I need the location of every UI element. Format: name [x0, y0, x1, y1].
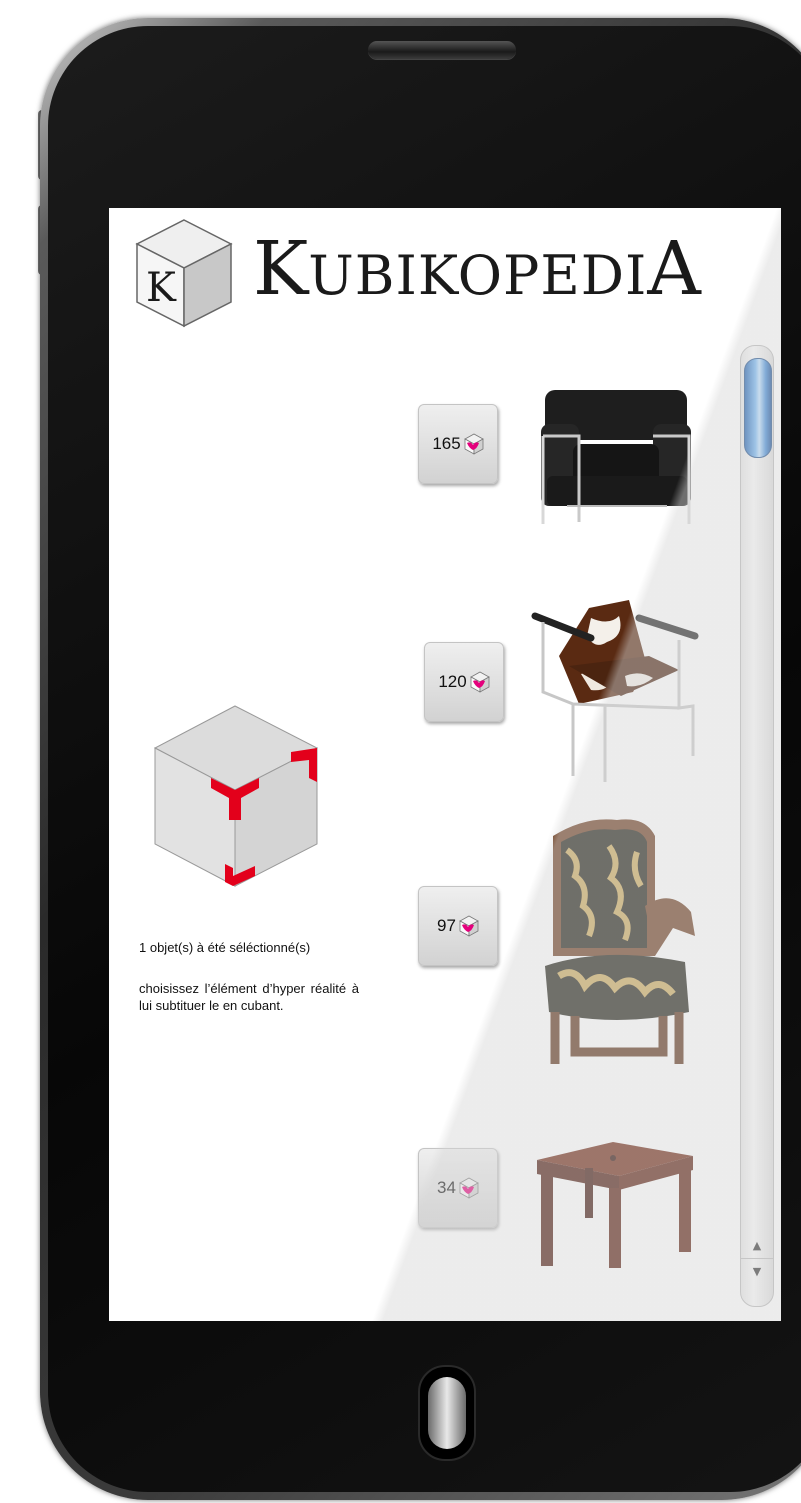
- k-cube-logo-icon: K: [135, 219, 233, 328]
- count-label: 97: [437, 916, 456, 935]
- count-label: 165: [432, 434, 461, 453]
- selection-status: 1 objet(s) à été séléctionné(s): [139, 940, 311, 955]
- wooden-table-image[interactable]: [533, 1138, 697, 1270]
- selection-cube-icon: [153, 705, 319, 887]
- pink-cube-icon: [459, 1177, 479, 1199]
- vertical-scrollbar[interactable]: ▲ ▼: [740, 345, 774, 1307]
- scroll-thumb[interactable]: [744, 358, 772, 458]
- count-label: 34: [437, 1178, 456, 1197]
- count-button-item-4[interactable]: 34: [418, 1148, 498, 1228]
- carved-armchair-image[interactable]: [545, 816, 701, 1068]
- logo-letter: K: [146, 265, 177, 311]
- cowhide-chair-image[interactable]: [529, 596, 701, 782]
- armchair-leather-image[interactable]: [537, 384, 697, 536]
- pink-cube-icon: [469, 671, 490, 693]
- app-title: KUBIKOPEDIA: [253, 226, 701, 312]
- pink-cube-icon: [463, 433, 484, 455]
- count-label: 120: [438, 672, 467, 691]
- home-button[interactable]: [418, 1365, 476, 1461]
- scroll-down-button[interactable]: ▼: [741, 1258, 773, 1283]
- scroll-up-button[interactable]: ▲: [741, 1233, 773, 1257]
- instruction-text: choisissez l’élément d’hyper réalité à l…: [139, 981, 359, 1013]
- phone-speaker: [368, 41, 516, 59]
- count-button-item-3[interactable]: 97: [418, 886, 498, 966]
- count-button-item-1[interactable]: 165: [418, 404, 498, 484]
- app-screen: K KUBIKOPEDIA 1 objet(s) à été séléction…: [109, 208, 781, 1321]
- pink-cube-icon: [459, 915, 479, 937]
- count-button-item-2[interactable]: 120: [424, 642, 504, 722]
- home-button-highlight: [428, 1377, 466, 1449]
